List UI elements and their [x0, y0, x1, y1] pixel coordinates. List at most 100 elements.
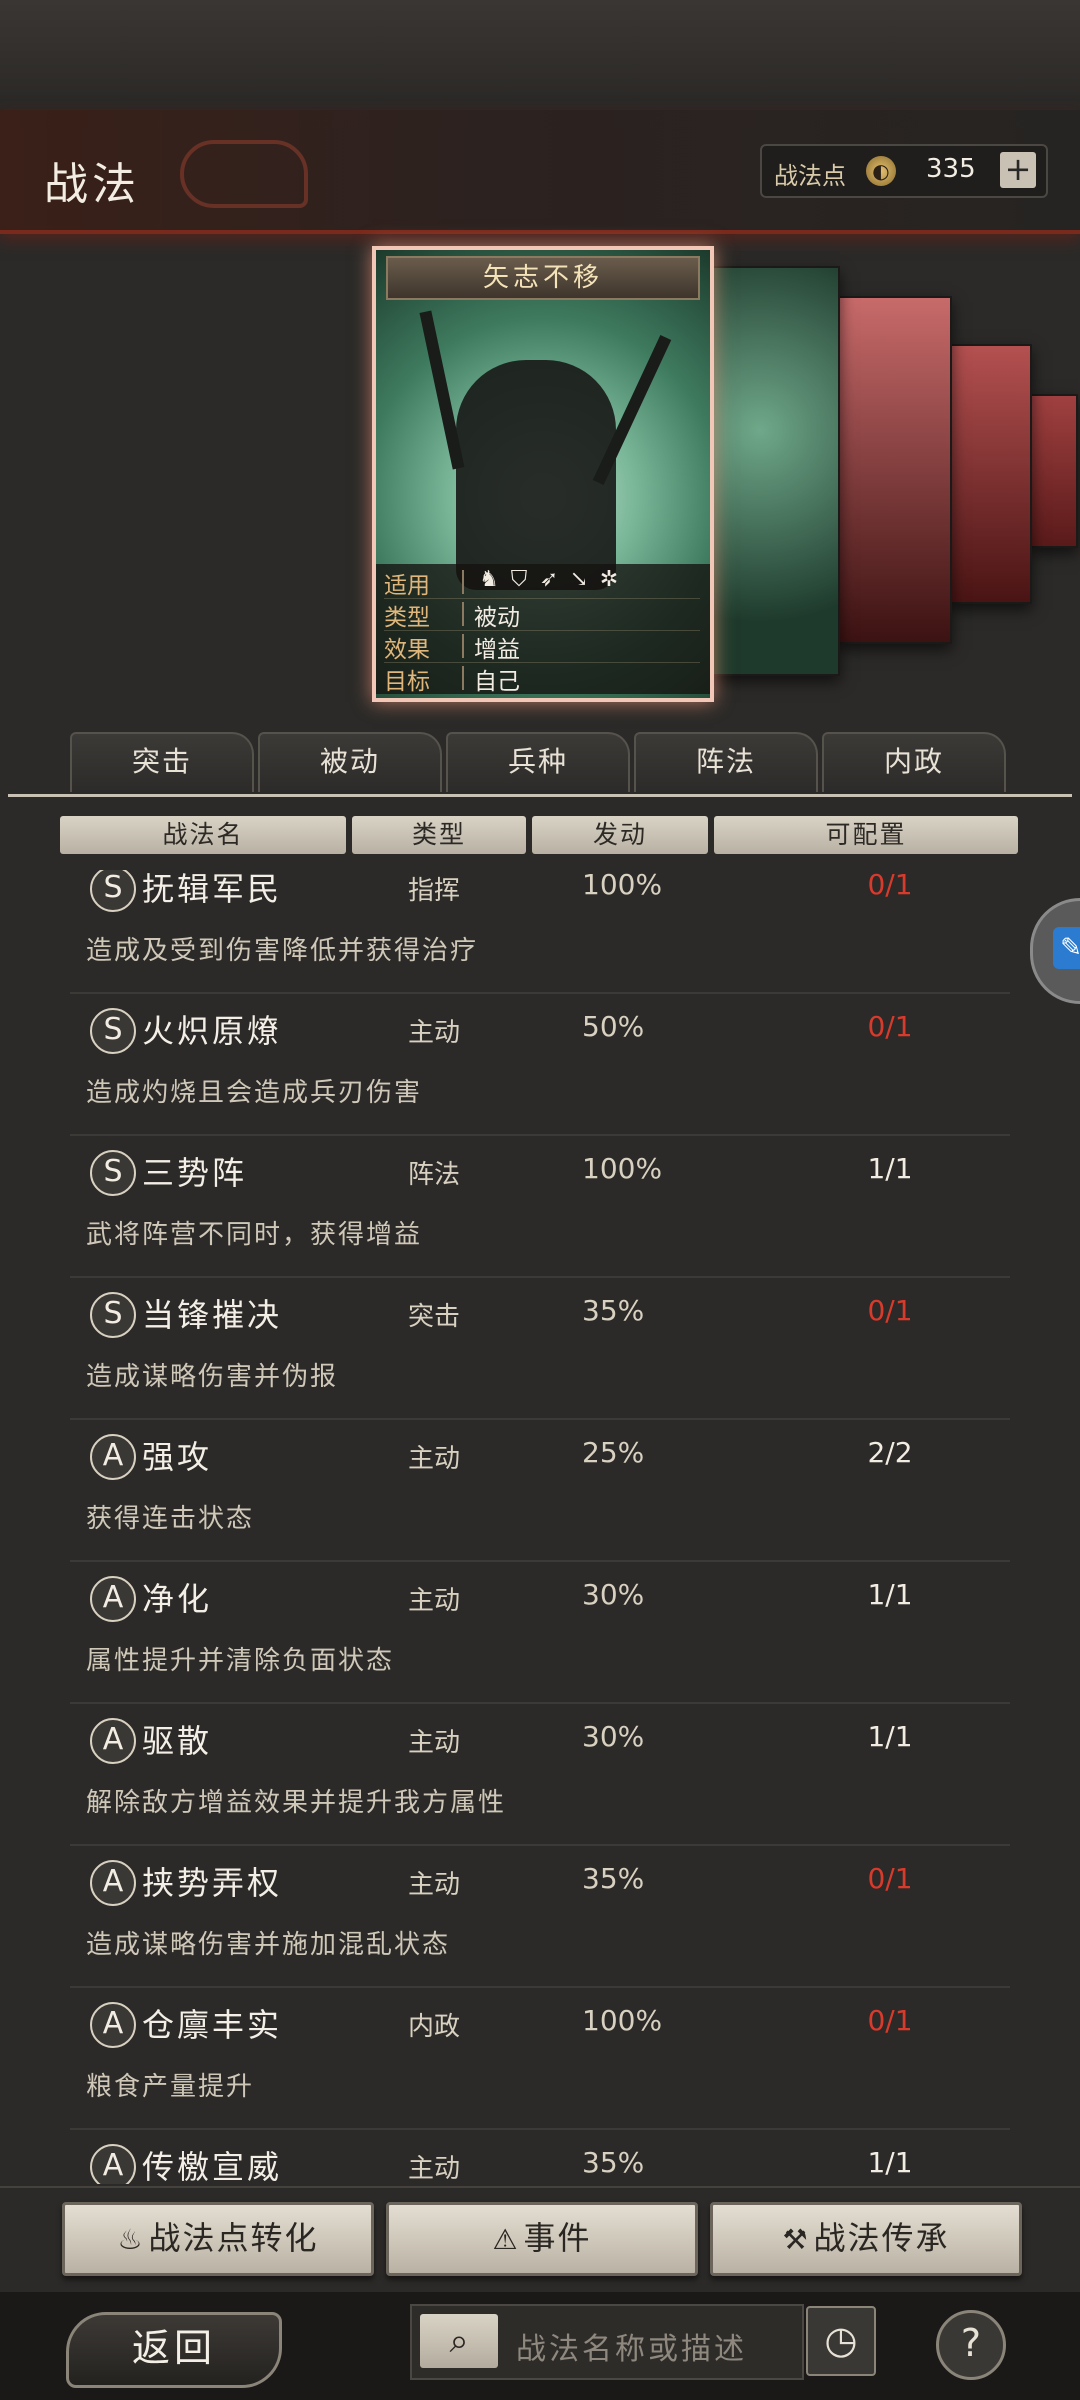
skill-available-count: 0/1 — [867, 1862, 913, 1895]
skill-row[interactable]: A 传檄宣威 主动 35% 1/1 — [70, 2128, 1010, 2184]
skill-available-count: 0/1 — [867, 870, 913, 901]
skill-row[interactable]: A 仓廪丰实 内政 100% 0/1 粮食产量提升 — [70, 1986, 1010, 2130]
card-row-value: 被动 — [474, 605, 520, 631]
search-box[interactable]: ⌕ 战法名称或描述 — [410, 2304, 804, 2380]
tab-troop[interactable]: 兵种 — [446, 732, 630, 792]
skill-type: 突击 — [408, 1302, 461, 1332]
skill-trigger-rate: 100% — [582, 1152, 663, 1185]
troop-icons: ♞ ⛉ ➶ ↘ ✲ — [474, 566, 624, 592]
column-header-name[interactable]: 战法名 — [60, 816, 346, 854]
header: 战法 战法点 ◐ 335 + — [0, 110, 1080, 234]
page-title: 战法 — [44, 159, 140, 210]
card-row-effect: 效果 增益 — [384, 630, 700, 663]
skill-points-icon: ◐ — [866, 156, 896, 186]
skill-grade-badge: A — [90, 2144, 136, 2184]
skill-card-back-4[interactable] — [706, 266, 840, 676]
header-ornament — [180, 140, 308, 208]
skill-row[interactable]: A 驱散 主动 30% 1/1 解除敌方增益效果并提升我方属性 — [70, 1702, 1010, 1846]
skill-type: 阵法 — [408, 1160, 461, 1190]
skill-trigger-rate: 35% — [582, 1862, 645, 1895]
skill-points-label: 战法点 — [774, 162, 846, 190]
skill-card-back-3[interactable] — [836, 296, 952, 644]
skill-grade-badge: S — [90, 1292, 136, 1338]
action-bar: ♨ 战法点转化 ⚠ 事件 ⚒ 战法传承 — [0, 2186, 1080, 2292]
skill-name: 当锋摧决 — [142, 1296, 283, 1334]
skill-row[interactable]: S 当锋摧决 突击 35% 0/1 造成谋略伤害并伪报 — [70, 1276, 1010, 1420]
tabs-divider — [8, 794, 1072, 797]
spear-icon: ↘ — [569, 567, 589, 592]
row-divider — [462, 666, 464, 690]
events-label: 事件 — [523, 2219, 592, 2257]
skill-name: 火炽原燎 — [142, 1012, 283, 1050]
events-button[interactable]: ⚠ 事件 — [386, 2202, 698, 2276]
clock-icon[interactable]: ◷ — [806, 2306, 876, 2376]
skill-card-back-2[interactable] — [948, 344, 1032, 604]
back-button[interactable]: 返回 — [66, 2312, 282, 2388]
skill-name: 强攻 — [142, 1438, 213, 1476]
row-divider — [462, 634, 464, 658]
skill-description: 造成灼烧且会造成兵刃伤害 — [86, 1078, 423, 1108]
skill-card-back-1[interactable] — [1030, 394, 1078, 548]
skill-row[interactable]: S 火炽原燎 主动 50% 0/1 造成灼烧且会造成兵刃伤害 — [70, 992, 1010, 1136]
skill-trigger-rate: 30% — [582, 1720, 645, 1753]
skill-type: 主动 — [408, 1728, 461, 1758]
skill-type: 主动 — [408, 2154, 461, 2184]
general-silhouette — [456, 360, 616, 590]
skill-available-count: 0/1 — [867, 1010, 913, 1043]
skill-available-count: 0/1 — [867, 2004, 913, 2037]
tab-formation[interactable]: 阵法 — [634, 732, 818, 792]
help-icon[interactable]: ? — [936, 2310, 1006, 2380]
column-header-available[interactable]: 可配置 — [714, 816, 1018, 854]
skill-type: 主动 — [408, 1444, 461, 1474]
bow-icon: ➶ — [539, 567, 559, 592]
alert-icon: ⚠ — [492, 2223, 520, 2256]
search-icon[interactable]: ⌕ — [420, 2314, 498, 2368]
hammer-icon: ⚒ — [782, 2223, 810, 2256]
skill-description: 造成及受到伤害降低并获得治疗 — [86, 936, 479, 966]
cavalry-icon: ♞ — [479, 567, 499, 592]
skill-list[interactable]: S 抚辑军民 指挥 100% 0/1 造成及受到伤害降低并获得治疗 S 火炽原燎 主动 50% 0/… — [0, 870, 1080, 2184]
skill-row[interactable]: S 三势阵 阵法 100% 1/1 武将阵营不同时，获得增益 — [70, 1134, 1010, 1278]
card-title: 矢志不移 — [386, 256, 700, 300]
card-row-value: 增益 — [474, 637, 520, 663]
skill-grade-badge: A — [90, 1434, 136, 1480]
skill-type: 主动 — [408, 1018, 461, 1048]
search-input[interactable]: 战法名称或描述 — [516, 2324, 747, 2368]
flame-icon: ♨ — [117, 2223, 145, 2256]
chat-icon: ✎ — [1053, 927, 1080, 969]
skill-available-count: 1/1 — [867, 1720, 913, 1753]
convert-points-button[interactable]: ♨ 战法点转化 — [62, 2202, 374, 2276]
tab-internal[interactable]: 内政 — [822, 732, 1006, 792]
skill-description: 获得连击状态 — [86, 1504, 255, 1534]
skill-trigger-rate: 35% — [582, 2146, 645, 2179]
skill-row[interactable]: A 净化 主动 30% 1/1 属性提升并清除负面状态 — [70, 1560, 1010, 1704]
skill-row[interactable]: A 挟势弄权 主动 35% 0/1 造成谋略伤害并施加混乱状态 — [70, 1844, 1010, 1988]
wheel-icon: ✲ — [599, 567, 619, 592]
skill-grade-badge: A — [90, 1860, 136, 1906]
skill-description: 造成谋略伤害并伪报 — [86, 1362, 339, 1392]
skill-type: 主动 — [408, 1870, 461, 1900]
skill-available-count: 2/2 — [867, 1436, 913, 1469]
tab-passive[interactable]: 被动 — [258, 732, 442, 792]
footer-bar: 返回 ⌕ 战法名称或描述 ◷ ? — [0, 2292, 1080, 2400]
card-row-value: 自己 — [474, 669, 520, 695]
skill-trigger-rate: 30% — [582, 1578, 645, 1611]
shield-icon: ⛉ — [510, 567, 528, 592]
column-header-rate[interactable]: 发动 — [532, 816, 708, 854]
skill-trigger-rate: 25% — [582, 1436, 645, 1469]
card-row-label: 类型 — [384, 605, 430, 631]
skill-available-count: 0/1 — [867, 1294, 913, 1327]
column-header-type[interactable]: 类型 — [352, 816, 526, 854]
skill-available-count: 1/1 — [867, 2146, 913, 2179]
skill-grade-badge: A — [90, 1718, 136, 1764]
skill-row[interactable]: S 抚辑军民 指挥 100% 0/1 造成及受到伤害降低并获得治疗 — [70, 870, 1010, 994]
tab-assault[interactable]: 突击 — [70, 732, 254, 792]
skill-row[interactable]: A 强攻 主动 25% 2/2 获得连击状态 — [70, 1418, 1010, 1562]
selected-skill-card[interactable]: 矢志不移 适用 ♞ ⛉ ➶ ↘ ✲ 类型 被动 效果 增益 目标 自己 — [372, 246, 714, 702]
inherit-button[interactable]: ⚒ 战法传承 — [710, 2202, 1022, 2276]
add-points-button[interactable]: + — [1000, 152, 1036, 188]
skill-grade-badge: A — [90, 1576, 136, 1622]
skill-name: 仓廪丰实 — [142, 2006, 283, 2044]
skill-description: 粮食产量提升 — [86, 2072, 255, 2102]
card-row-label: 目标 — [384, 669, 430, 695]
